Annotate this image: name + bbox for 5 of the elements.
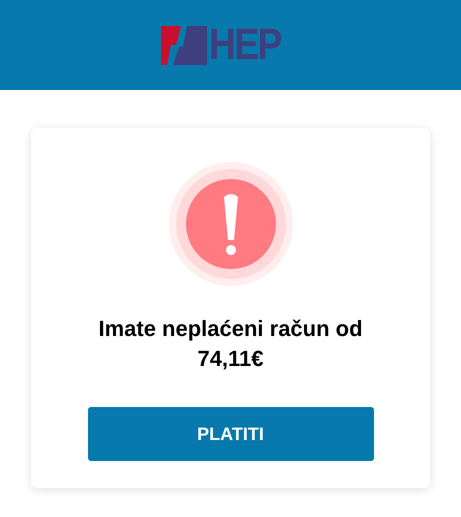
warning-icon (168, 161, 294, 287)
logo-text: HEP (209, 23, 282, 67)
logo-icon (161, 26, 208, 64)
unpaid-bill-message: Imate neplaćeni račun od 74,11€ (97, 315, 364, 373)
pay-button[interactable]: PLATITI (88, 407, 374, 461)
